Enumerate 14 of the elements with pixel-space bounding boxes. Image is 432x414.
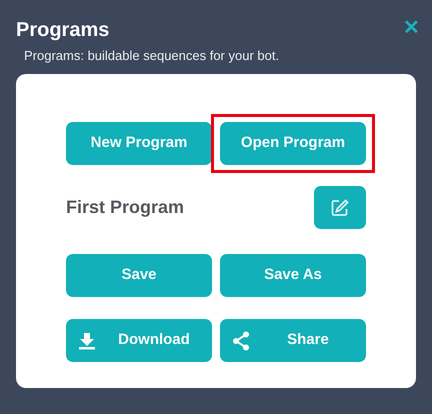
action-button[interactable]: Share <box>220 319 366 362</box>
close-button[interactable]: ✕ <box>403 18 420 38</box>
program-button[interactable]: Open Program <box>220 122 366 165</box>
edit-button[interactable] <box>314 186 366 229</box>
program-name: First Program <box>66 196 184 219</box>
action-button[interactable]: Save <box>66 254 212 297</box>
share-icon <box>232 330 250 350</box>
dialog-subtitle: Programs: buildable sequences for your bot. <box>24 48 280 64</box>
edit-icon <box>330 198 350 218</box>
download-icon <box>78 332 96 350</box>
program-button[interactable]: New Program <box>66 122 212 165</box>
action-button[interactable]: Download <box>66 319 212 362</box>
dialog-title: Programs <box>16 18 110 42</box>
action-button[interactable]: Save As <box>220 254 366 297</box>
